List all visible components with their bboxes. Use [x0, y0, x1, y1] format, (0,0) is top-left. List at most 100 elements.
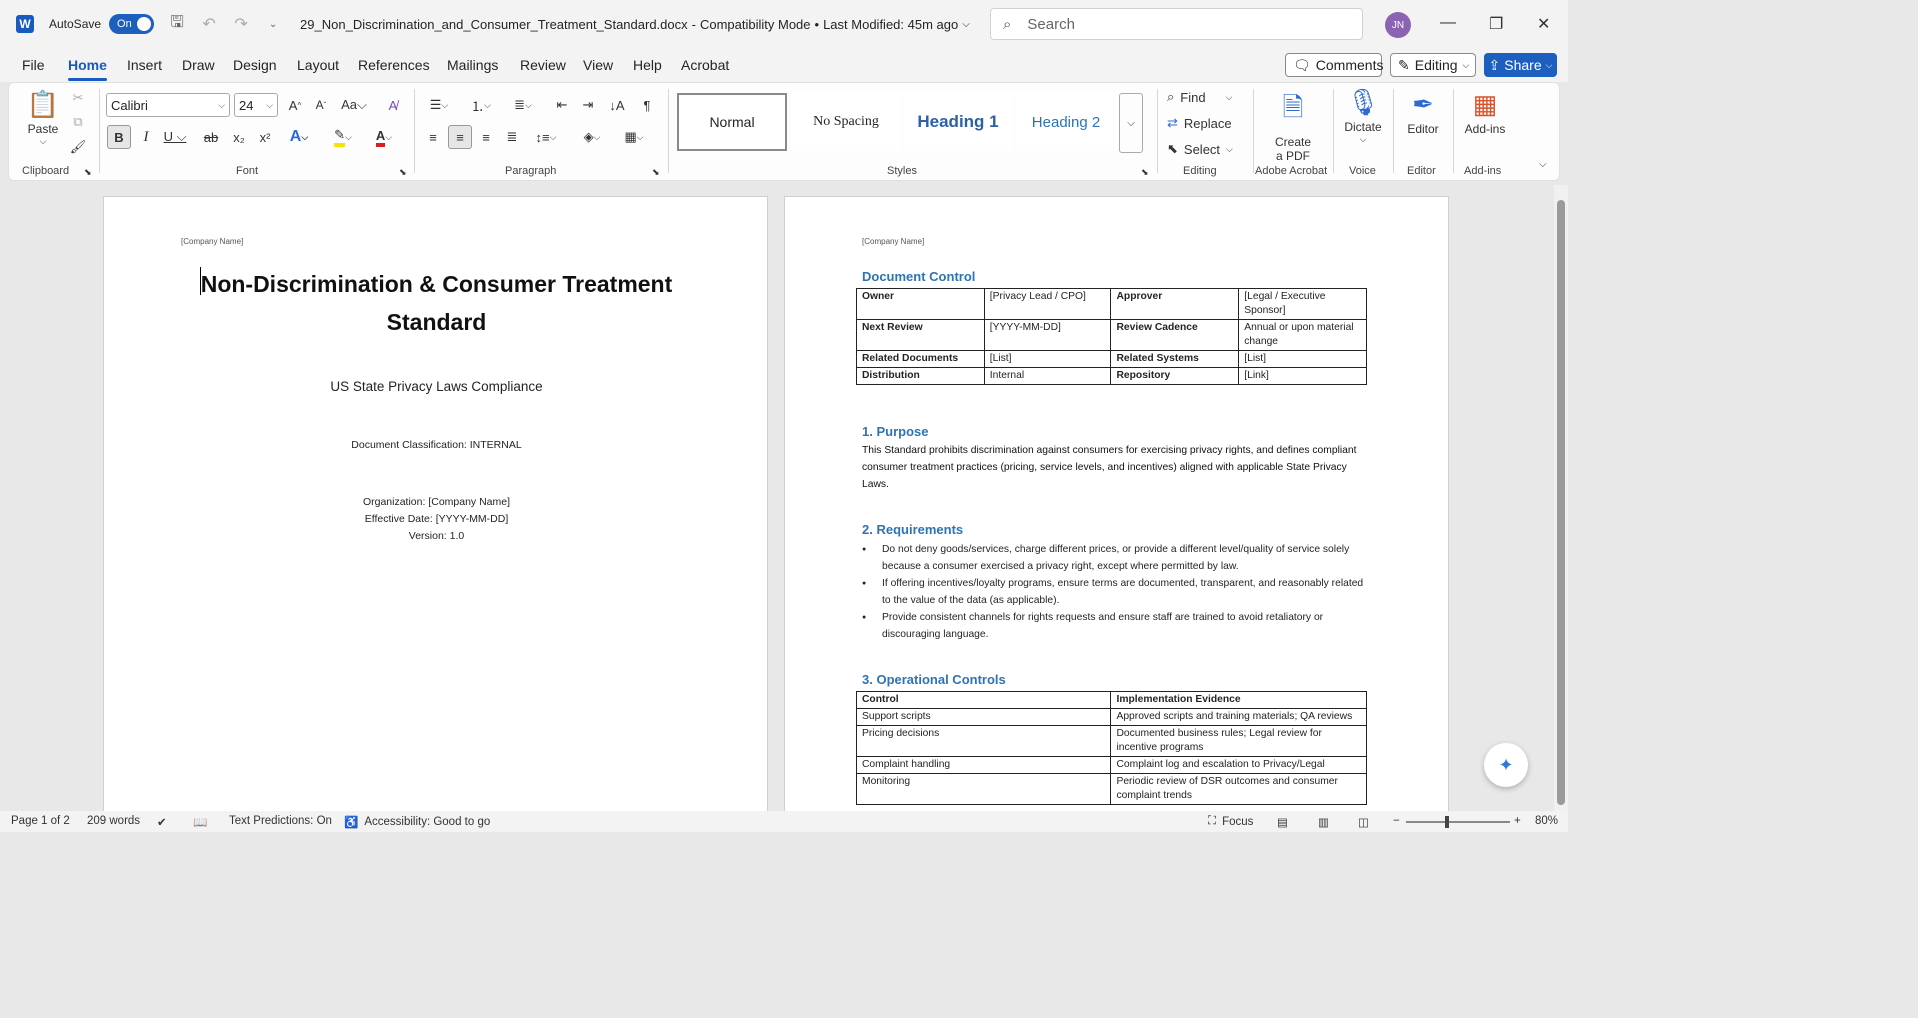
table-cell: Repository	[1110, 367, 1240, 385]
editor-label: Editor	[1407, 122, 1439, 136]
zoom-slider-thumb[interactable]	[1445, 816, 1449, 828]
tab-file[interactable]: File	[22, 57, 45, 73]
tab-mailings[interactable]: Mailings	[447, 57, 498, 73]
read-mode-icon[interactable]: ▤	[1277, 815, 1288, 829]
comments-button[interactable]: 🗨 Comments	[1285, 53, 1383, 77]
dialog-launcher-icon[interactable]: ⬊	[652, 167, 660, 178]
paste-button[interactable]: 📋 Paste ⌵	[23, 89, 63, 147]
vertical-scrollbar[interactable]	[1554, 185, 1568, 811]
zoom-in-button[interactable]: +	[1514, 815, 1521, 827]
addins-button[interactable]: ▦ Add-ins	[1459, 89, 1511, 136]
shading-icon[interactable]: ◈ ⌵	[575, 127, 609, 147]
highlight-color-icon[interactable]: ✎ ⌵	[326, 127, 360, 147]
close-icon[interactable]: ✕	[1537, 14, 1550, 34]
superscript-button[interactable]: x²	[255, 127, 275, 147]
tab-help[interactable]: Help	[633, 57, 662, 73]
print-layout-icon[interactable]: ▥	[1318, 815, 1329, 829]
borders-icon[interactable]: ▦ ⌵	[617, 127, 651, 147]
decrease-indent-icon[interactable]: ⇤	[552, 95, 572, 115]
tab-insert[interactable]: Insert	[127, 57, 162, 73]
show-formatting-icon[interactable]: ¶	[637, 95, 657, 115]
sort-icon[interactable]: ↓A	[607, 95, 627, 115]
collapse-ribbon-icon[interactable]: ⌵	[1539, 159, 1547, 170]
text-effects-icon[interactable]: A ⌵	[283, 127, 315, 147]
editor-button[interactable]: ✒ Editor	[1399, 89, 1447, 136]
zoom-slider[interactable]	[1406, 816, 1510, 828]
style-normal[interactable]: Normal	[677, 93, 787, 151]
page-indicator[interactable]: Page 1 of 2	[11, 815, 70, 827]
controls-heading: 3. Operational Controls	[862, 672, 1006, 687]
avatar[interactable]: JN	[1385, 12, 1411, 38]
cut-icon[interactable]: ✂	[69, 89, 87, 107]
document-page-1[interactable]: [Company Name] Non-Discrimination & Cons…	[103, 196, 768, 816]
change-case-icon[interactable]: Aa⌵	[339, 95, 369, 115]
share-button[interactable]: ⇪ Share ⌵	[1484, 53, 1557, 77]
increase-indent-icon[interactable]: ⇥	[578, 95, 598, 115]
strikethrough-button[interactable]: ab	[201, 127, 221, 147]
undo-icon[interactable]: ↶	[200, 14, 218, 34]
scrollbar-thumb[interactable]	[1557, 200, 1565, 805]
dialog-launcher-icon[interactable]: ⬊	[399, 167, 407, 178]
styles-gallery-more-icon[interactable]: ⌵	[1119, 93, 1143, 153]
search-input[interactable]: ⌕ Search	[990, 8, 1363, 40]
italic-button[interactable]: I	[136, 127, 156, 147]
tab-draw[interactable]: Draw	[182, 57, 215, 73]
document-page-2[interactable]: [Company Name] Document Control Owner [P…	[784, 196, 1449, 816]
bold-button[interactable]: B	[107, 125, 131, 149]
format-painter-icon[interactable]: 🖌	[69, 138, 87, 156]
dialog-launcher-icon[interactable]: ⬊	[1141, 167, 1149, 178]
zoom-level[interactable]: 80%	[1535, 815, 1558, 827]
font-size-select[interactable]: 24 ⌵	[234, 93, 278, 117]
zoom-out-button[interactable]: −	[1393, 815, 1400, 827]
align-right-icon[interactable]: ≡	[476, 127, 496, 147]
numbering-icon[interactable]: ⒈ ⌵	[465, 95, 497, 115]
proofing-icon[interactable]: ✔	[157, 815, 167, 829]
dialog-launcher-icon[interactable]: ⬊	[84, 167, 92, 178]
font-color-icon[interactable]: A ⌵	[367, 127, 401, 147]
find-button[interactable]: ⌕ Find ⌵	[1167, 87, 1232, 107]
multilevel-list-icon[interactable]: ≣ ⌵	[507, 95, 539, 115]
save-icon[interactable]: 🖫	[168, 11, 186, 38]
tab-layout[interactable]: Layout	[297, 57, 339, 73]
tab-design[interactable]: Design	[233, 57, 277, 73]
customize-toolbar-icon[interactable]: ⌄	[264, 19, 282, 30]
tab-review[interactable]: Review	[520, 57, 566, 73]
justify-icon[interactable]: ≣	[502, 127, 522, 147]
align-left-icon[interactable]: ≡	[423, 127, 443, 147]
minimize-icon[interactable]: —	[1440, 14, 1456, 32]
tab-home[interactable]: Home	[68, 57, 107, 81]
tab-references[interactable]: References	[358, 57, 430, 73]
style-heading-2[interactable]: Heading 2	[1015, 93, 1117, 151]
document-title[interactable]: 29_Non_Discrimination_and_Consumer_Treat…	[300, 17, 970, 32]
font-name-select[interactable]: Calibri ⌵	[106, 93, 230, 117]
shrink-font-icon[interactable]: Aˇ	[311, 95, 331, 115]
create-pdf-button[interactable]: 🗎 Create a PDF	[1267, 89, 1319, 163]
align-center-icon[interactable]: ≡	[448, 125, 472, 149]
font-name-value: Calibri	[111, 97, 148, 113]
text-predictions[interactable]: Text Predictions: On	[229, 815, 332, 827]
subscript-button[interactable]: x₂	[229, 127, 249, 147]
replace-button[interactable]: ⇄ Replace	[1167, 113, 1232, 133]
clear-formatting-icon[interactable]: A̸	[383, 95, 403, 115]
tab-view[interactable]: View	[583, 57, 613, 73]
bullets-icon[interactable]: ☰ ⌵	[423, 95, 455, 115]
style-heading-1[interactable]: Heading 1	[903, 93, 1013, 151]
focus-button[interactable]: ⛶ Focus	[1208, 815, 1253, 828]
copy-icon[interactable]: ⧉	[69, 113, 87, 131]
accessibility-status[interactable]: ♿ Accessibility: Good to go	[344, 815, 490, 829]
read-mode-book-icon[interactable]: 📖	[193, 815, 207, 829]
grow-font-icon[interactable]: A ^	[285, 95, 305, 115]
redo-icon[interactable]: ↷	[232, 14, 250, 34]
style-no-spacing[interactable]: No Spacing	[791, 93, 901, 151]
web-layout-icon[interactable]: ◫	[1358, 815, 1369, 829]
copilot-icon[interactable]: ✦	[1484, 743, 1528, 787]
word-count[interactable]: 209 words	[87, 815, 140, 827]
dictate-button[interactable]: 🎙 Dictate ⌵	[1339, 87, 1387, 145]
line-spacing-icon[interactable]: ↕≡ ⌵	[529, 127, 563, 147]
restore-icon[interactable]: ❐	[1489, 14, 1503, 34]
editing-mode-button[interactable]: ✎ Editing ⌵	[1390, 53, 1476, 77]
select-button[interactable]: ⬉ Select ⌵	[1167, 139, 1233, 159]
tab-acrobat[interactable]: Acrobat	[681, 57, 729, 73]
underline-button[interactable]: U ⌵	[160, 127, 190, 147]
autosave-toggle[interactable]: On	[109, 14, 155, 34]
